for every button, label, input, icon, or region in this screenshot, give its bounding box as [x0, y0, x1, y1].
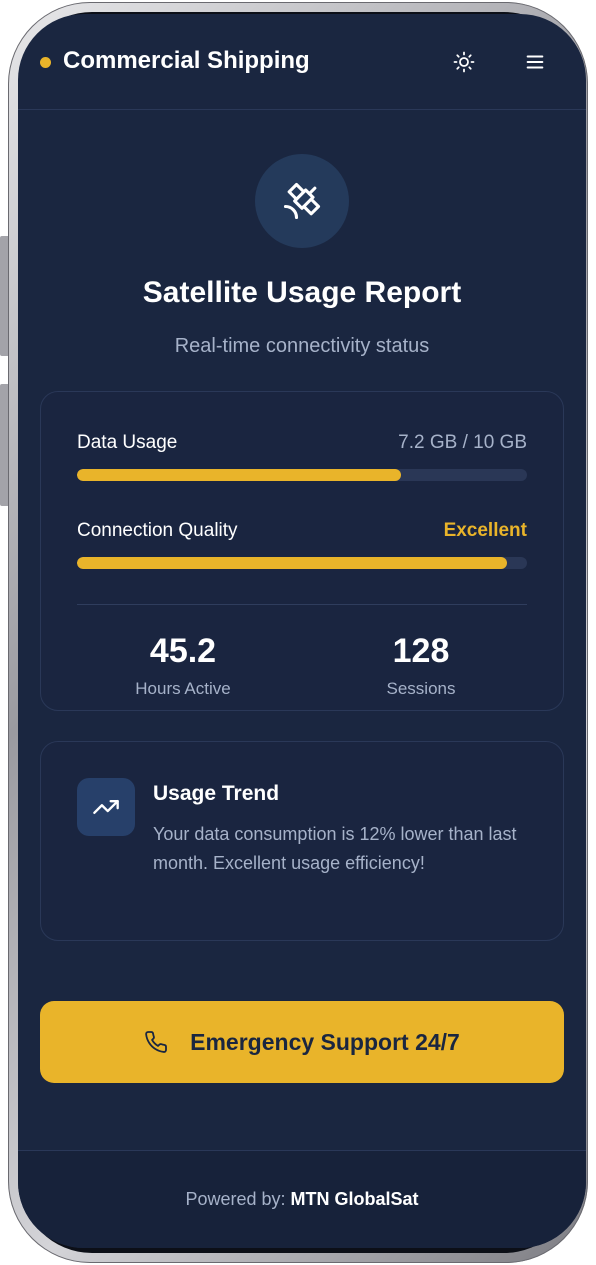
connection-quality-label: Connection Quality — [77, 520, 238, 541]
data-usage-label: Data Usage — [77, 432, 178, 453]
sessions-value: 128 — [392, 632, 450, 670]
usage-stats-card: Data Usage 7.2 GB / 10 GB Connection Qua… — [40, 391, 564, 711]
menu-button[interactable] — [519, 46, 551, 78]
sessions-stat: 128 Sessions — [321, 632, 521, 699]
satellite-icon — [283, 182, 321, 220]
satellite-badge — [255, 154, 349, 248]
footer: Powered by: MTN GlobalSat — [18, 1150, 586, 1248]
trend-description: Your data consumption is 12% lower than … — [153, 824, 517, 873]
sessions-label: Sessions — [386, 679, 456, 698]
data-usage-bar — [77, 469, 527, 481]
page-title: Satellite Usage Report — [142, 276, 462, 309]
status-dot — [40, 57, 51, 68]
usage-trend-card: Usage Trend Your data consumption is 12%… — [40, 741, 564, 941]
trend-badge — [77, 778, 135, 836]
data-usage-value: 7.2 GB / 10 GB — [398, 432, 527, 453]
emergency-support-label: Emergency Support 24/7 — [190, 1028, 460, 1055]
trending-up-icon — [93, 800, 119, 814]
emergency-support-button[interactable]: Emergency Support 24/7 — [40, 1001, 564, 1083]
trend-title: Usage Trend — [153, 782, 280, 805]
powered-by-label: Powered by: — [185, 1189, 286, 1209]
connection-quality-bar — [77, 557, 527, 569]
connection-quality-value: Excellent — [443, 520, 527, 541]
top-bar: Commercial Shipping — [18, 14, 586, 110]
sun-icon — [453, 51, 475, 73]
hours-active-label: Hours Active — [135, 679, 231, 698]
provider-name: MTN GlobalSat — [290, 1189, 419, 1209]
data-usage-bar-fill — [77, 469, 401, 481]
connection-quality-bar-fill — [77, 557, 507, 569]
page-subtitle: Real-time connectivity status — [174, 335, 430, 357]
volume-up-button — [0, 236, 8, 356]
hours-active-value: 45.2 — [149, 632, 217, 670]
phone-icon — [145, 1031, 168, 1053]
app-title: Commercial Shipping — [63, 47, 310, 74]
theme-toggle-button[interactable] — [448, 46, 480, 78]
volume-down-button — [0, 384, 8, 506]
hamburger-menu-icon — [526, 55, 544, 69]
divider — [77, 604, 527, 605]
hours-active-stat: 45.2 Hours Active — [83, 632, 283, 699]
app-screen: Commercial Shipping Satellite Usage Repo… — [18, 14, 586, 1248]
